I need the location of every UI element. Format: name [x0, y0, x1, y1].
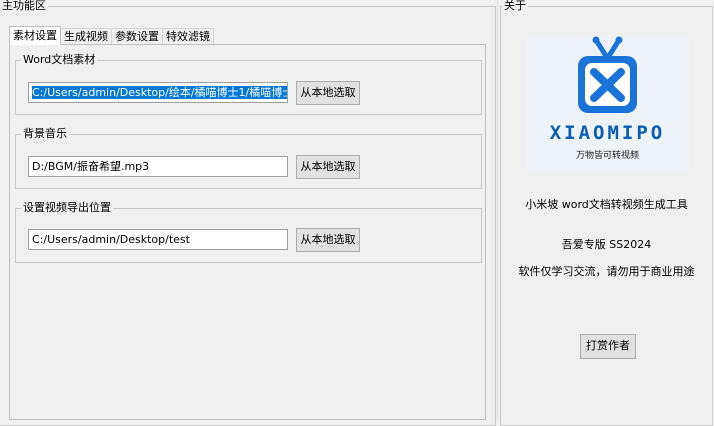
tab-parameter-settings[interactable]: 参数设置: [111, 28, 163, 45]
background-music-group: 背景音乐 D:/BGM/振奋希望.mp3 从本地选取: [15, 127, 482, 189]
export-browse-button[interactable]: 从本地选取: [296, 228, 360, 252]
word-browse-button[interactable]: 从本地选取: [296, 81, 360, 105]
export-location-title: 设置视频导出位置: [21, 201, 113, 215]
about-group-title: 关于: [502, 0, 528, 13]
logo-slogan: 万物皆可转视频: [575, 151, 639, 161]
export-path-input[interactable]: C:/Users/admin/Desktop/test: [28, 229, 288, 250]
product-name: 小米坡 word文档转视频生成工具: [525, 198, 688, 211]
music-path-input[interactable]: D:/BGM/振奋希望.mp3: [28, 156, 288, 177]
word-path-input[interactable]: C:/Users/admin/Desktop/绘本/橘喵博士1/橘喵博士: [28, 82, 288, 103]
background-music-title: 背景音乐: [21, 127, 69, 141]
tab-material-settings[interactable]: 素材设置: [9, 26, 61, 45]
usage-notice: 软件仅学习交流，请勿用于商业用途: [518, 265, 695, 278]
material-settings-panel: Word文档素材 C:/Users/admin/Desktop/绘本/橘喵博士1…: [9, 44, 486, 420]
word-material-title: Word文档素材: [21, 53, 98, 67]
word-path-selected-text: C:/Users/admin/Desktop/绘本/橘喵博士1/橘喵博士: [32, 86, 287, 99]
word-material-group: Word文档素材 C:/Users/admin/Desktop/绘本/橘喵博士1…: [15, 53, 482, 115]
tab-generate-video[interactable]: 生成视频: [60, 28, 112, 45]
edition-label: 吾爱专版 SS2024: [561, 238, 652, 251]
tab-bar: 素材设置 生成视频 参数设置 特效滤镜: [9, 26, 214, 45]
logo-wordmark: XIAOMIPO: [549, 122, 666, 144]
divider: [497, 0, 498, 421]
tab-effects-filters[interactable]: 特效滤镜: [162, 28, 214, 45]
main-group-title: 主功能区: [0, 0, 48, 13]
export-location-group: 设置视频导出位置 C:/Users/admin/Desktop/test 从本地…: [15, 201, 482, 263]
xiaomipo-logo: XIAOMIPO 万物皆可转视频: [526, 36, 689, 172]
tip-author-button[interactable]: 打赏作者: [580, 334, 636, 359]
music-browse-button[interactable]: 从本地选取: [296, 155, 360, 179]
